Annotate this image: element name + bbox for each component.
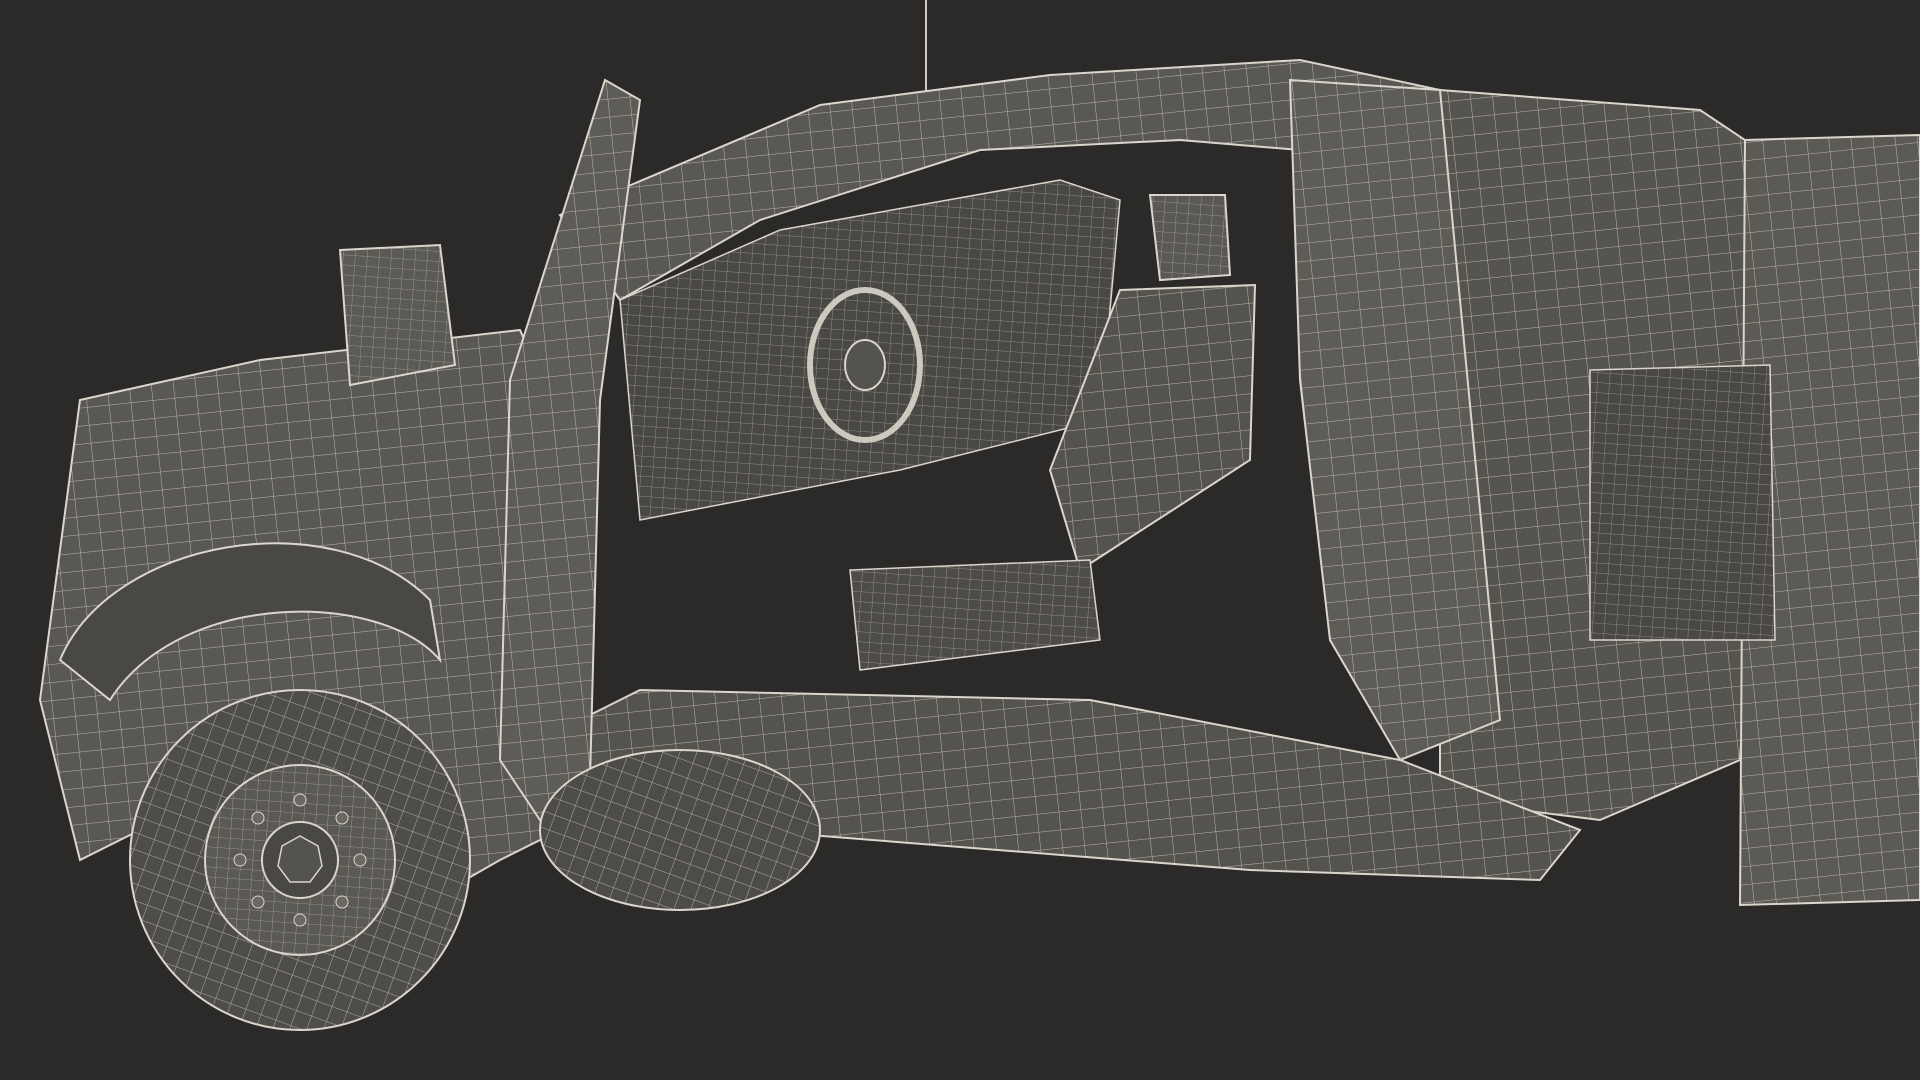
front-wheel [129,689,471,1031]
render-viewport [0,0,1920,1080]
side-mirror [338,243,457,387]
truck-bed [1439,88,1920,907]
rear-wheel [539,749,821,911]
truck-wireframe-render [38,0,1920,1031]
